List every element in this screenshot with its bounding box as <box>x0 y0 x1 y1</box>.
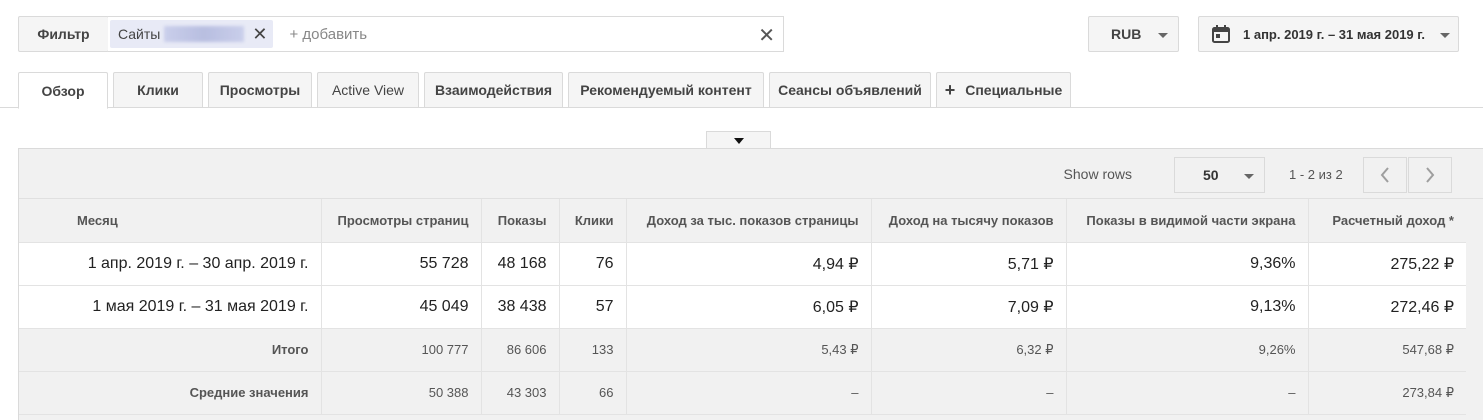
calendar-icon <box>1212 25 1230 43</box>
table-header-row: Месяц Просмотры страниц Показы Клики Дох… <box>19 199 1466 243</box>
column-header-clicks[interactable]: Клики <box>559 199 627 243</box>
average-label: Средние значения <box>19 371 322 415</box>
rows-per-page-value: 50 <box>1203 167 1219 183</box>
redacted-site-value <box>164 26 245 42</box>
total-page-views: 100 777 <box>321 328 482 372</box>
average-viewability: – <box>1066 371 1309 415</box>
chip-remove-icon[interactable]: ✕ <box>252 25 267 43</box>
currency-value: RUB <box>1111 26 1142 42</box>
total-clicks: 133 <box>559 328 627 372</box>
tab-active-view[interactable]: Active View <box>317 72 419 108</box>
chevron-left-icon <box>1380 167 1389 183</box>
cell-viewability: 9,13% <box>1066 285 1309 329</box>
tab-custom[interactable]: + Специальные <box>936 72 1071 108</box>
cell-clicks: 57 <box>559 285 627 329</box>
column-header-page-views[interactable]: Просмотры страниц <box>321 199 482 243</box>
chart-toggle-button[interactable] <box>706 131 771 149</box>
chevron-down-icon <box>1244 174 1254 179</box>
cell-month: 1 апр. 2019 г. – 30 апр. 2019 г. <box>19 242 322 286</box>
pager-row: Show rows 50 1 - 2 из 2 <box>19 149 1483 199</box>
cell-impression-rpm: 7,09 ₽ <box>871 285 1067 329</box>
show-rows-label: Show rows <box>1063 166 1132 182</box>
total-viewability: 9,26% <box>1066 328 1309 372</box>
tab-recommended-content[interactable]: Рекомендуемый контент <box>568 72 764 108</box>
filter-button[interactable]: Фильтр <box>18 16 109 52</box>
table-row: 1 мая 2019 г. – 31 мая 2019 г. 45 049 38… <box>19 285 1466 329</box>
cell-page-rpm: 4,94 ₽ <box>626 242 872 286</box>
date-range-label: 1 апр. 2019 г. – 31 мая 2019 г. <box>1243 26 1425 42</box>
column-header-estimated-earnings[interactable]: Расчетный доход * <box>1308 199 1466 243</box>
cell-viewability: 9,36% <box>1066 242 1309 286</box>
column-header-month[interactable]: Месяц <box>19 199 322 243</box>
average-page-views: 50 388 <box>321 371 482 415</box>
tab-interactions[interactable]: Взаимодействия <box>424 72 563 108</box>
filter-box[interactable]: Сайты ✕ ✕ <box>108 16 784 52</box>
total-impressions: 86 606 <box>481 328 560 372</box>
average-impression-rpm: – <box>871 371 1067 415</box>
cell-impressions: 38 438 <box>481 285 560 329</box>
cell-clicks: 76 <box>559 242 627 286</box>
filter-chip-label: Сайты <box>118 26 161 42</box>
total-estimated-earnings: 547,68 ₽ <box>1308 328 1466 372</box>
column-header-impressions[interactable]: Показы <box>481 199 560 243</box>
average-clicks: 66 <box>559 371 627 415</box>
column-header-page-rpm[interactable]: Доход за тыс. показов страницы <box>626 199 872 243</box>
cell-page-views: 45 049 <box>321 285 482 329</box>
next-page-button[interactable] <box>1408 157 1452 193</box>
chevron-down-icon <box>1440 33 1450 38</box>
chevron-right-icon <box>1426 167 1435 183</box>
total-row: Итого 100 777 86 606 133 5,43 ₽ 6,32 ₽ 9… <box>19 328 1466 372</box>
tab-ad-sessions[interactable]: Сеансы объявлений <box>769 72 931 108</box>
cell-estimated-earnings: 272,46 ₽ <box>1308 285 1466 329</box>
report-table: Месяц Просмотры страниц Показы Клики Дох… <box>19 199 1466 415</box>
filter-add-input[interactable] <box>287 24 728 44</box>
rows-per-page-select[interactable]: 50 <box>1174 157 1265 193</box>
report-table-panel: Show rows 50 1 - 2 из 2 Месяц Просмотры … <box>18 148 1483 420</box>
total-impression-rpm: 6,32 ₽ <box>871 328 1067 372</box>
chevron-down-icon <box>1158 33 1168 38</box>
cell-impressions: 48 168 <box>481 242 560 286</box>
average-impressions: 43 303 <box>481 371 560 415</box>
tab-custom-label: Специальные <box>965 82 1063 98</box>
filter-chip-sites[interactable]: Сайты ✕ <box>110 20 274 48</box>
average-page-rpm: – <box>626 371 872 415</box>
currency-select[interactable]: RUB <box>1088 16 1179 52</box>
tab-overview[interactable]: Обзор <box>18 72 108 109</box>
total-label: Итого <box>19 328 322 372</box>
prev-page-button[interactable] <box>1363 157 1407 193</box>
tab-clicks[interactable]: Клики <box>113 72 203 108</box>
total-page-rpm: 5,43 ₽ <box>626 328 872 372</box>
cell-page-rpm: 6,05 ₽ <box>626 285 872 329</box>
column-header-viewability[interactable]: Показы в видимой части экрана <box>1066 199 1309 243</box>
average-estimated-earnings: 273,84 ₽ <box>1308 371 1466 415</box>
cell-impression-rpm: 5,71 ₽ <box>871 242 1067 286</box>
tab-views[interactable]: Просмотры <box>208 72 312 108</box>
cell-page-views: 55 728 <box>321 242 482 286</box>
average-row: Средние значения 50 388 43 303 66 – – – … <box>19 371 1466 415</box>
date-range-picker[interactable]: 1 апр. 2019 г. – 31 мая 2019 г. <box>1198 16 1459 52</box>
pagination-range: 1 - 2 из 2 <box>1289 167 1343 182</box>
caret-down-icon <box>733 137 744 144</box>
column-header-impression-rpm[interactable]: Доход на тысячу показов <box>871 199 1067 243</box>
cell-estimated-earnings: 275,22 ₽ <box>1308 242 1466 286</box>
plus-icon: + <box>944 79 956 100</box>
cell-month: 1 мая 2019 г. – 31 мая 2019 г. <box>19 285 322 329</box>
filter-clear-icon[interactable]: ✕ <box>758 23 775 48</box>
table-row: 1 апр. 2019 г. – 30 апр. 2019 г. 55 728 … <box>19 242 1466 286</box>
